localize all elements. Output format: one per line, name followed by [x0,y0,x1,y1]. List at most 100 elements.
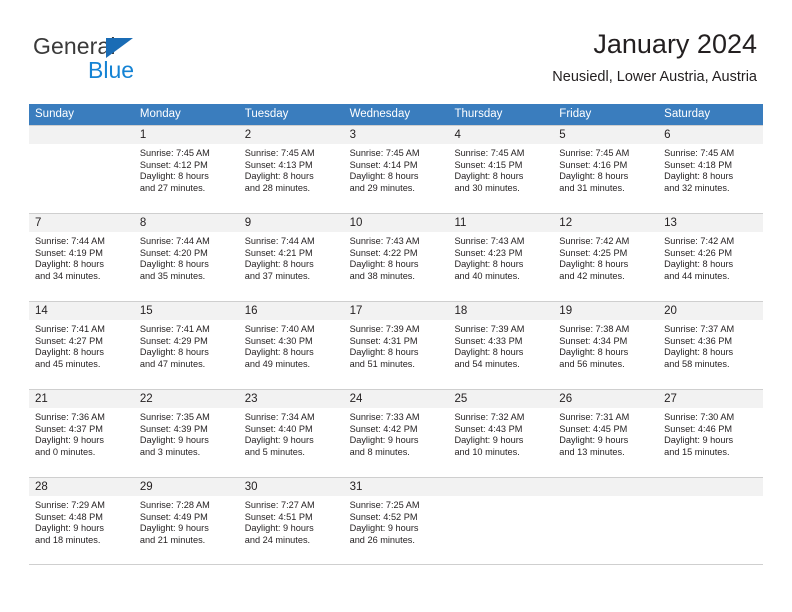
day-cell[interactable]: 25 Sunrise: 7:32 AM Sunset: 4:43 PM Dayl… [448,390,554,477]
day-number: 2 [238,126,344,144]
sunset-text: Sunset: 4:46 PM [664,423,733,434]
day-details: Sunrise: 7:40 AM Sunset: 4:30 PM Dayligh… [239,320,344,370]
daylight-text-line1: Daylight: 9 hours [35,523,104,534]
day-cell[interactable]: 12 Sunrise: 7:42 AM Sunset: 4:25 PM Dayl… [553,214,659,301]
day-details: Sunrise: 7:35 AM Sunset: 4:39 PM Dayligh… [134,408,239,458]
sunrise-text: Sunrise: 7:41 AM [35,324,105,334]
daylight-text-line2: and 49 minutes. [244,358,311,369]
sunset-text: Sunset: 4:27 PM [35,335,103,346]
sunrise-text: Sunrise: 7:45 AM [454,148,525,158]
daylight-text-line1: Daylight: 9 hours [244,435,314,446]
day-cell[interactable] [29,126,134,213]
sunset-text: Sunset: 4:18 PM [664,159,733,170]
daylight-text-line2: and 51 minutes. [349,358,415,369]
day-cell[interactable]: 28 Sunrise: 7:29 AM Sunset: 4:48 PM Dayl… [29,478,134,564]
day-cell[interactable]: 8 Sunrise: 7:44 AM Sunset: 4:20 PM Dayli… [133,214,239,301]
daylight-text-line1: Daylight: 8 hours [349,259,419,270]
day-cell[interactable]: 10 Sunrise: 7:43 AM Sunset: 4:22 PM Dayl… [343,214,449,301]
daylight-text-line2: and 13 minutes. [559,446,625,457]
sunrise-text: Sunrise: 7:33 AM [349,412,420,422]
weekday-header-tuesday: Tuesday [244,108,289,120]
daylight-text-line1: Daylight: 8 hours [349,347,419,358]
day-cell[interactable]: 19 Sunrise: 7:38 AM Sunset: 4:34 PM Dayl… [553,302,659,389]
daylight-text-line1: Daylight: 9 hours [139,523,209,534]
daylight-text-line1: Daylight: 8 hours [139,259,209,270]
day-cell[interactable]: 24 Sunrise: 7:33 AM Sunset: 4:42 PM Dayl… [343,390,449,477]
day-cell[interactable]: 15 Sunrise: 7:41 AM Sunset: 4:29 PM Dayl… [133,302,239,389]
daylight-text-line2: and 37 minutes. [244,270,311,281]
day-cell[interactable]: 30 Sunrise: 7:27 AM Sunset: 4:51 PM Dayl… [238,478,344,564]
day-details: Sunrise: 7:38 AM Sunset: 4:34 PM Dayligh… [553,320,658,370]
weekday-header-wednesday: Wednesday [349,108,411,120]
daylight-text-line1: Daylight: 9 hours [349,523,419,534]
day-number [448,478,554,496]
sunset-text: Sunset: 4:19 PM [35,247,103,258]
day-cell[interactable]: 6 Sunrise: 7:45 AM Sunset: 4:18 PM Dayli… [658,126,764,213]
day-cell[interactable]: 13 Sunrise: 7:42 AM Sunset: 4:26 PM Dayl… [658,214,764,301]
daylight-text-line2: and 15 minutes. [664,446,730,457]
sunset-text: Sunset: 4:51 PM [244,511,313,522]
day-cell[interactable]: 29 Sunrise: 7:28 AM Sunset: 4:49 PM Dayl… [133,478,239,564]
week-row: 21 Sunrise: 7:36 AM Sunset: 4:37 PM Dayl… [29,389,764,477]
day-cell[interactable]: 18 Sunrise: 7:39 AM Sunset: 4:33 PM Dayl… [448,302,554,389]
day-cell[interactable]: 23 Sunrise: 7:34 AM Sunset: 4:40 PM Dayl… [238,390,344,477]
daylight-text-line1: Daylight: 8 hours [454,259,524,270]
day-cell[interactable]: 17 Sunrise: 7:39 AM Sunset: 4:31 PM Dayl… [343,302,449,389]
day-cell[interactable]: 20 Sunrise: 7:37 AM Sunset: 4:36 PM Dayl… [658,302,764,389]
day-cell[interactable]: 21 Sunrise: 7:36 AM Sunset: 4:37 PM Dayl… [29,390,134,477]
day-cell[interactable]: 16 Sunrise: 7:40 AM Sunset: 4:30 PM Dayl… [238,302,344,389]
sunrise-text: Sunrise: 7:25 AM [349,500,420,510]
sunrise-text: Sunrise: 7:43 AM [349,236,420,246]
day-cell[interactable]: 22 Sunrise: 7:35 AM Sunset: 4:39 PM Dayl… [133,390,239,477]
sunrise-text: Sunrise: 7:36 AM [35,412,105,422]
day-cell[interactable]: 3 Sunrise: 7:45 AM Sunset: 4:14 PM Dayli… [343,126,449,213]
day-details: Sunrise: 7:30 AM Sunset: 4:46 PM Dayligh… [658,408,763,458]
day-details: Sunrise: 7:44 AM Sunset: 4:21 PM Dayligh… [239,232,344,282]
day-cell[interactable]: 5 Sunrise: 7:45 AM Sunset: 4:16 PM Dayli… [553,126,659,213]
sunset-text: Sunset: 4:15 PM [454,159,523,170]
daylight-text-line1: Daylight: 8 hours [139,347,209,358]
day-details: Sunrise: 7:25 AM Sunset: 4:52 PM Dayligh… [344,496,449,546]
day-details: Sunrise: 7:45 AM Sunset: 4:14 PM Dayligh… [344,144,449,194]
day-cell[interactable]: 9 Sunrise: 7:44 AM Sunset: 4:21 PM Dayli… [238,214,344,301]
day-cell[interactable]: 1 Sunrise: 7:45 AM Sunset: 4:12 PM Dayli… [133,126,239,213]
sunset-text: Sunset: 4:26 PM [664,247,733,258]
daylight-text-line2: and 10 minutes. [454,446,520,457]
day-number: 17 [343,302,449,320]
day-cell[interactable]: 7 Sunrise: 7:44 AM Sunset: 4:19 PM Dayli… [29,214,134,301]
daylight-text-line2: and 18 minutes. [35,534,101,545]
daylight-text-line2: and 29 minutes. [349,182,415,193]
daylight-text-line1: Daylight: 8 hours [664,259,734,270]
sunset-text: Sunset: 4:40 PM [244,423,313,434]
sunrise-text: Sunrise: 7:39 AM [454,324,525,334]
week-row: 1 Sunrise: 7:45 AM Sunset: 4:12 PM Dayli… [29,125,764,213]
calendar-page: General Blue January 2024 Neusiedl, Lowe… [0,0,792,612]
day-cell[interactable]: 4 Sunrise: 7:45 AM Sunset: 4:15 PM Dayli… [448,126,554,213]
day-cell[interactable]: 11 Sunrise: 7:43 AM Sunset: 4:23 PM Dayl… [448,214,554,301]
daylight-text-line2: and 47 minutes. [139,358,206,369]
day-number: 5 [553,126,659,144]
day-details: Sunrise: 7:39 AM Sunset: 4:33 PM Dayligh… [448,320,553,370]
sunrise-text: Sunrise: 7:44 AM [139,236,210,246]
general-blue-logo[interactable]: General Blue [33,33,233,85]
day-cell[interactable] [658,478,764,564]
daylight-text-line1: Daylight: 8 hours [244,171,314,182]
day-number: 18 [448,302,554,320]
day-details: Sunrise: 7:45 AM Sunset: 4:12 PM Dayligh… [134,144,239,194]
day-details: Sunrise: 7:31 AM Sunset: 4:45 PM Dayligh… [553,408,658,458]
day-cell[interactable] [553,478,659,564]
day-cell[interactable]: 31 Sunrise: 7:25 AM Sunset: 4:52 PM Dayl… [343,478,449,564]
daylight-text-line1: Daylight: 8 hours [35,347,104,358]
day-cell[interactable]: 2 Sunrise: 7:45 AM Sunset: 4:13 PM Dayli… [238,126,344,213]
day-details [553,496,658,500]
sunset-text: Sunset: 4:37 PM [35,423,103,434]
daylight-text-line2: and 24 minutes. [244,534,311,545]
day-cell[interactable]: 27 Sunrise: 7:30 AM Sunset: 4:46 PM Dayl… [658,390,764,477]
day-cell[interactable]: 26 Sunrise: 7:31 AM Sunset: 4:45 PM Dayl… [553,390,659,477]
sunrise-text: Sunrise: 7:30 AM [664,412,735,422]
day-cell[interactable]: 14 Sunrise: 7:41 AM Sunset: 4:27 PM Dayl… [29,302,134,389]
day-number: 26 [553,390,659,408]
title-block: January 2024 Neusiedl, Lower Austria, Au… [552,28,757,87]
day-cell[interactable] [448,478,554,564]
sunset-text: Sunset: 4:45 PM [559,423,628,434]
